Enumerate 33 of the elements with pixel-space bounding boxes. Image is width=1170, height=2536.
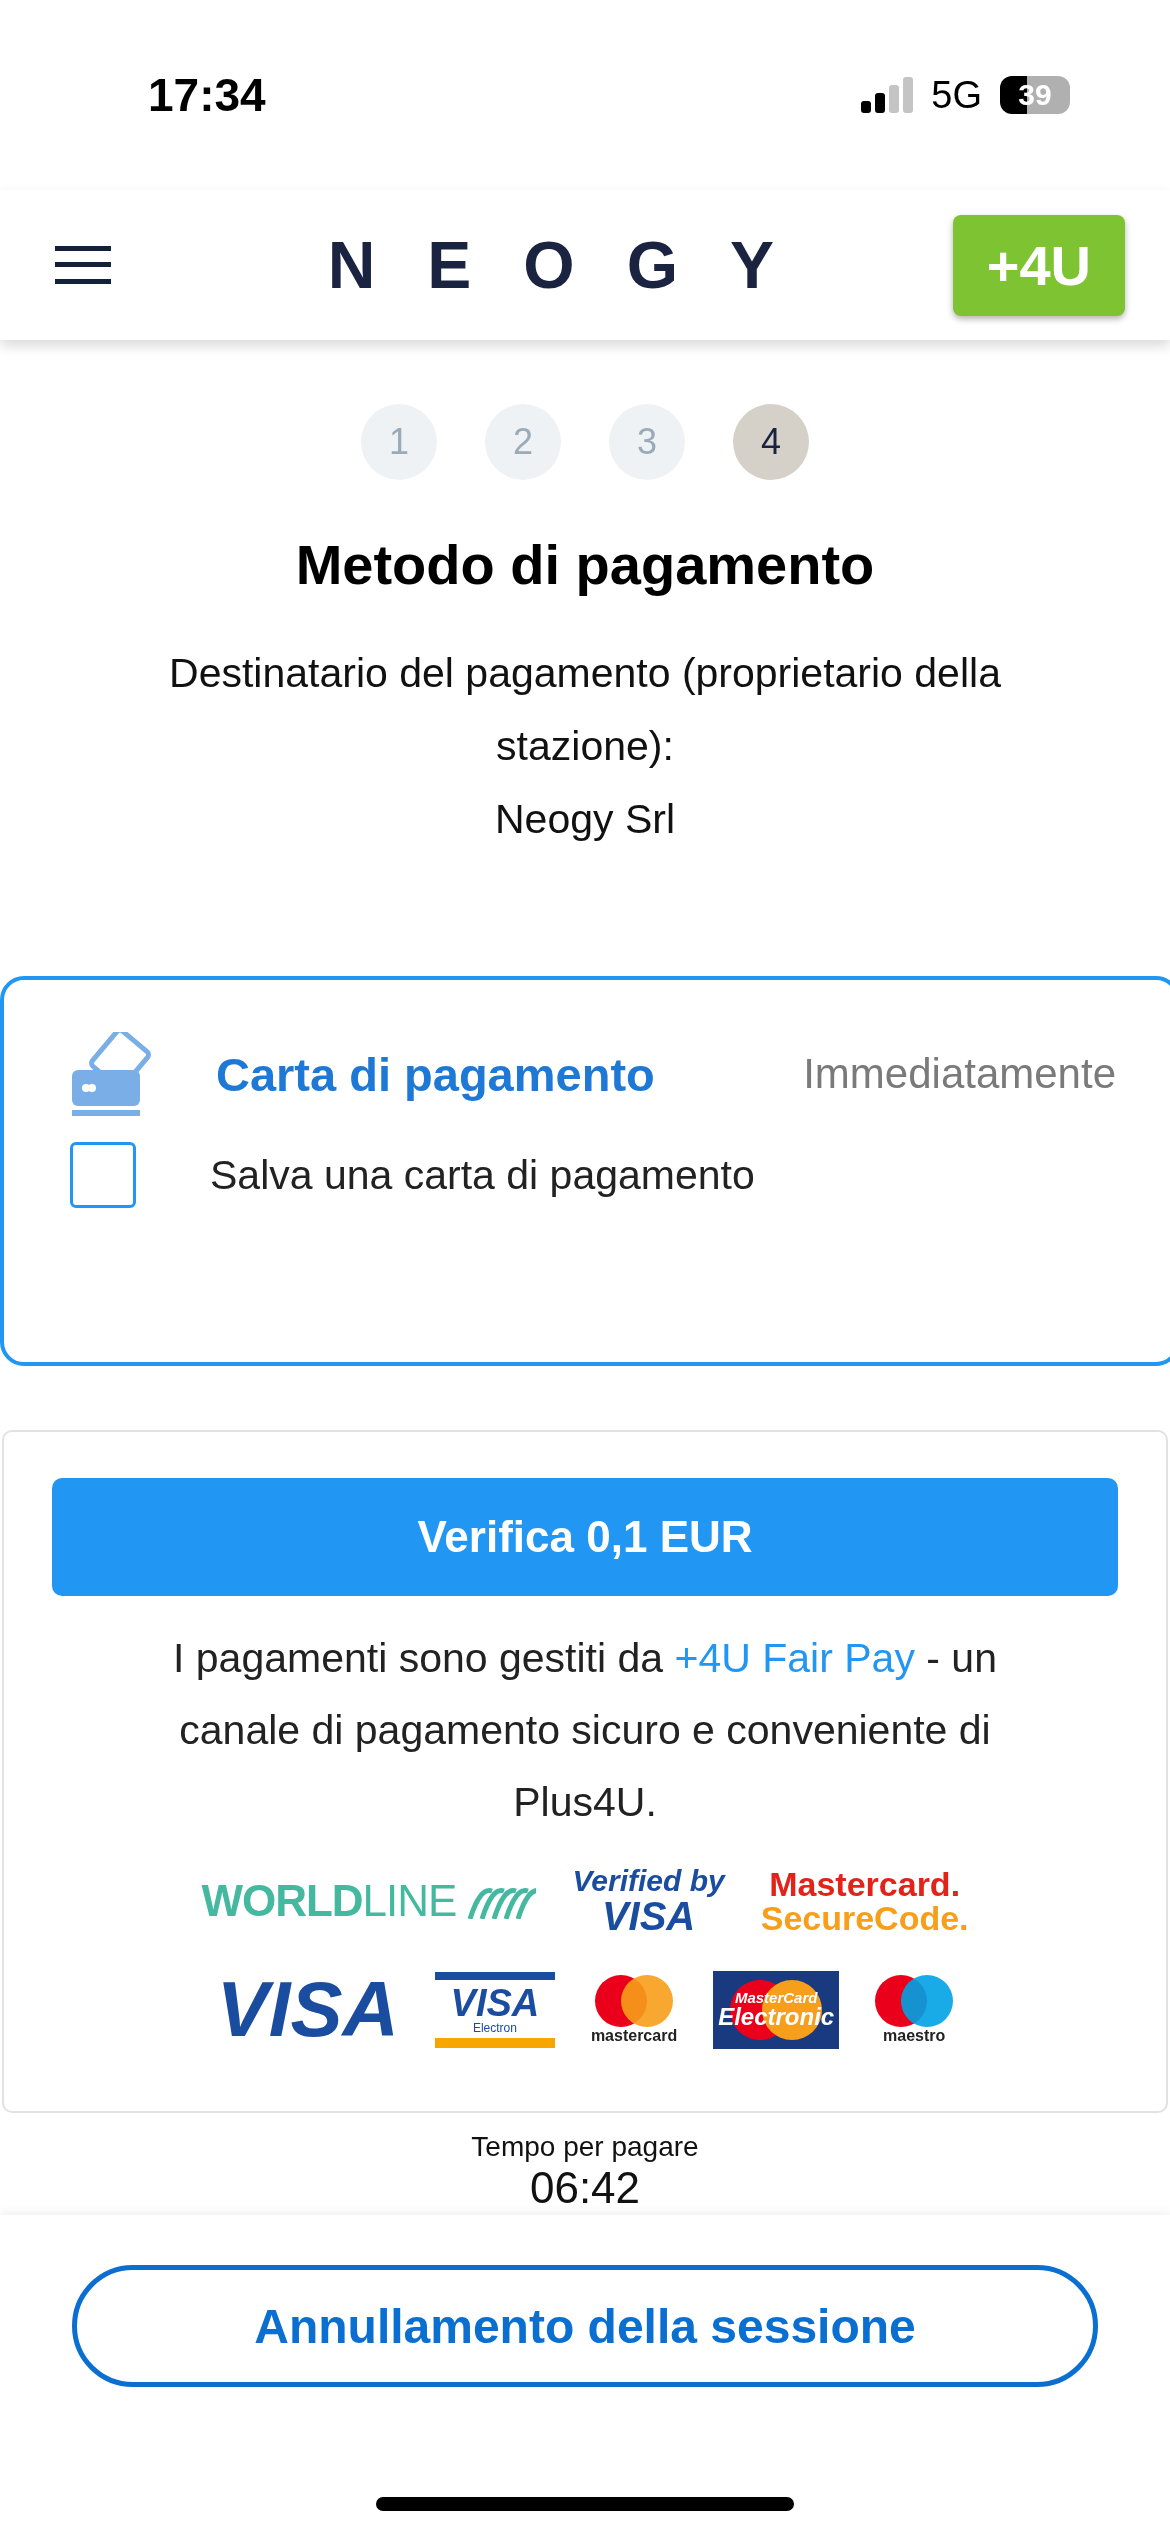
- neogy-logo: NEOGY: [327, 227, 827, 303]
- securecode-logo: Mastercard. SecureCode.: [760, 1867, 969, 1935]
- credit-card-icon: [70, 1032, 154, 1116]
- logo-caption: mastercard: [590, 2026, 678, 2045]
- logo-caption: maestro: [883, 2026, 946, 2045]
- overlapping-circles-icon: [875, 1974, 954, 2027]
- menu-icon[interactable]: [55, 246, 111, 284]
- verify-button[interactable]: Verifica 0,1 EUR: [52, 1478, 1118, 1596]
- step-indicator: 1: [361, 404, 437, 480]
- visa-electron-logo: VISA Electron: [434, 1971, 555, 2048]
- step-indicator: 4: [733, 404, 809, 480]
- visa-logo: VISA: [216, 1964, 399, 2055]
- method-title: Carta di pagamento: [216, 1046, 655, 1102]
- payment-method-card[interactable]: Carta di pagamento Immediatamente Salva una carta di pagamento: [0, 976, 1170, 1366]
- verified-by-visa-logo: Verified by VISA: [572, 1866, 725, 1936]
- cancel-session-button[interactable]: Annullamento della sessione: [72, 2265, 1098, 2387]
- recipient-text: Destinatario del pagamento (proprietario della stazione): Neogy Srl: [168, 649, 1002, 844]
- status-time: 17:34: [148, 68, 266, 122]
- save-card-checkbox[interactable]: [70, 1142, 136, 1208]
- timer-value: 06:42: [529, 2163, 641, 2213]
- step-indicator: 3: [609, 404, 685, 480]
- step-indicator: 2: [485, 404, 561, 480]
- info-text: I pagamenti sono gestiti da +4U Fair Pay - un canale di pagamento sicuro e conveniente di Plus4U.: [172, 1634, 998, 1827]
- signal-icon: [861, 77, 914, 113]
- plus4u-badge[interactable]: +4U: [952, 214, 1125, 316]
- worldline-logo: WORLDLINE: [201, 1876, 457, 1926]
- save-card-label: Salva una carta di pagamento: [210, 1151, 755, 1199]
- page-title: Metodo di pagamento: [294, 532, 876, 597]
- method-timing: Immediatamente: [803, 1050, 1116, 1098]
- overlapping-circles-icon: [595, 1974, 674, 2027]
- timer-label: Tempo per pagare: [471, 2131, 699, 2163]
- network-label: 5G: [931, 73, 982, 117]
- fair-pay-link[interactable]: +4U Fair Pay: [674, 1635, 915, 1681]
